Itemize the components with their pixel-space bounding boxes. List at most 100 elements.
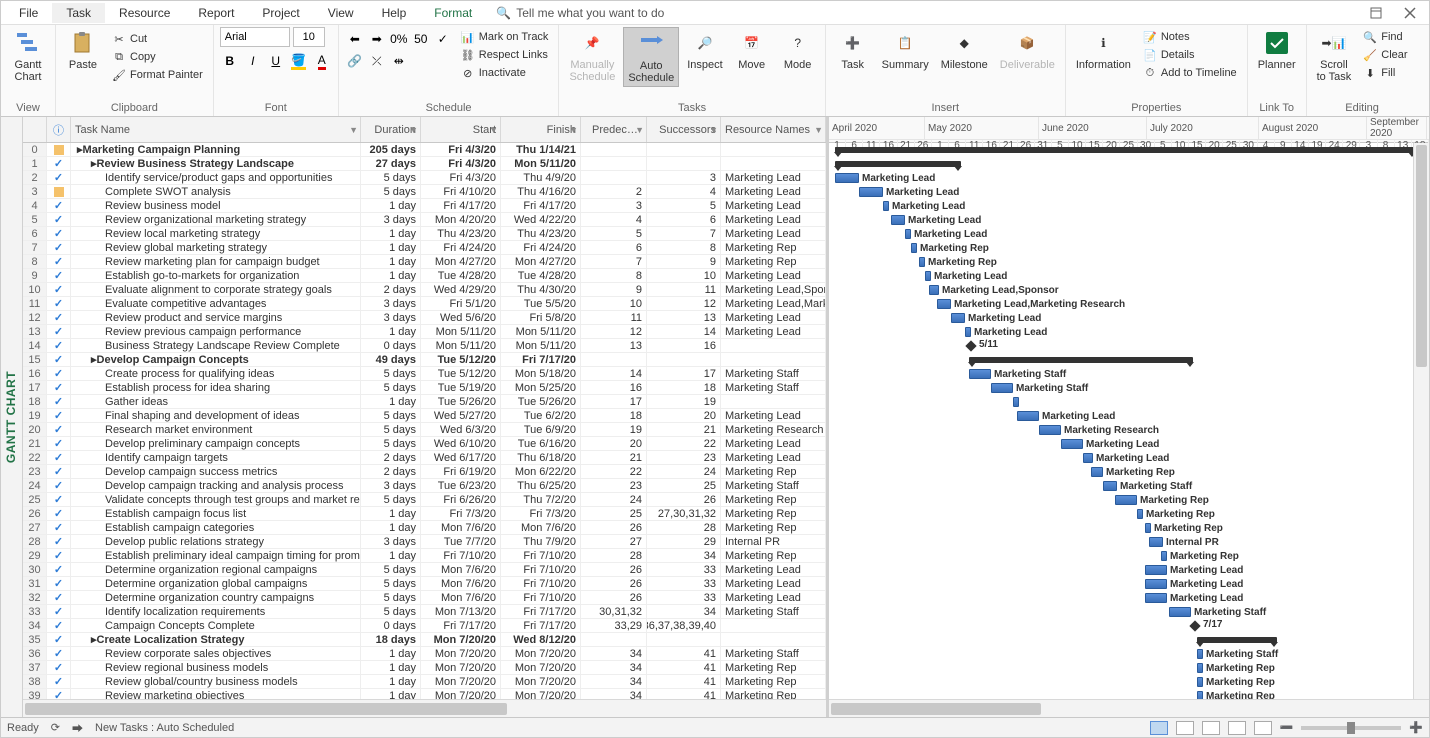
table-row[interactable]: 20✓Research market environment5 daysWed … xyxy=(23,423,826,437)
table-row[interactable]: 24✓Develop campaign tracking and analysi… xyxy=(23,479,826,493)
table-row[interactable]: 3Complete SWOT analysis5 daysFri 4/10/20… xyxy=(23,185,826,199)
task-bar[interactable]: Marketing Staff xyxy=(991,383,1013,393)
milestone-insert-button[interactable]: ◆Milestone xyxy=(937,27,992,73)
task-bar[interactable]: Marketing Staff xyxy=(1169,607,1191,617)
ribbon-collapse-icon[interactable] xyxy=(1361,3,1391,23)
task-bar[interactable]: Marketing Lead xyxy=(905,229,911,239)
task-bar[interactable]: Marketing Lead xyxy=(925,271,931,281)
table-row[interactable]: 32✓Determine organization country campai… xyxy=(23,591,826,605)
table-row[interactable]: 19✓Final shaping and development of idea… xyxy=(23,409,826,423)
table-row[interactable]: 30✓Determine organization regional campa… xyxy=(23,563,826,577)
task-bar[interactable]: Marketing Research xyxy=(1039,425,1061,435)
table-row[interactable]: 29✓Establish preliminary ideal campaign … xyxy=(23,549,826,563)
task-bar[interactable]: Marketing Staff xyxy=(1197,649,1203,659)
table-row[interactable]: 0▸Marketing Campaign Planning205 daysFri… xyxy=(23,143,826,157)
col-resources[interactable]: Resource Names▼ xyxy=(721,117,826,142)
task-bar[interactable]: Marketing Rep xyxy=(1197,677,1203,687)
task-bar[interactable]: Marketing Rep xyxy=(1161,551,1167,561)
zoom-in-icon[interactable]: ➕ xyxy=(1409,721,1423,734)
unlink-button[interactable]: ⤫ xyxy=(367,51,387,71)
inactivate-button[interactable]: ⊘Inactivate xyxy=(457,65,553,81)
timeline-hscroll[interactable] xyxy=(829,699,1429,717)
close-icon[interactable] xyxy=(1395,3,1425,23)
table-row[interactable]: 25✓Validate concepts through test groups… xyxy=(23,493,826,507)
tell-me[interactable]: 🔍 Tell me what you want to do xyxy=(496,6,664,20)
table-row[interactable]: 37✓Review regional business models1 dayM… xyxy=(23,661,826,675)
task-bar[interactable]: Marketing Rep xyxy=(919,257,925,267)
view-task-button[interactable] xyxy=(1176,721,1194,735)
notes-button[interactable]: 📝Notes xyxy=(1139,29,1241,45)
menu-report[interactable]: Report xyxy=(184,3,248,23)
task-bar[interactable]: Marketing Lead xyxy=(1061,439,1083,449)
task-bar[interactable]: Marketing Lead xyxy=(1145,565,1167,575)
col-taskname[interactable]: Task Name▼ xyxy=(71,117,361,142)
table-row[interactable]: 11✓Evaluate competitive advantages3 days… xyxy=(23,297,826,311)
task-bar[interactable]: Marketing Lead xyxy=(1145,579,1167,589)
task-bar[interactable]: Marketing Staff xyxy=(1103,481,1117,491)
task-bar[interactable]: Marketing Lead xyxy=(883,201,889,211)
table-row[interactable]: 6✓Review local marketing strategy1 dayTh… xyxy=(23,227,826,241)
pct0-button[interactable]: 0% xyxy=(389,29,409,49)
col-predecessors[interactable]: Predecessors▼ xyxy=(581,117,647,142)
task-bar[interactable]: Marketing Lead xyxy=(965,327,971,337)
view-gantt-button[interactable] xyxy=(1150,721,1168,735)
menu-project[interactable]: Project xyxy=(248,3,313,23)
table-row[interactable]: 33✓Identify localization requirements5 d… xyxy=(23,605,826,619)
task-bar[interactable]: Marketing Lead xyxy=(891,215,905,225)
table-row[interactable]: 14✓Business Strategy Landscape Review Co… xyxy=(23,339,826,353)
font-color-button[interactable]: A xyxy=(312,51,332,71)
table-row[interactable]: 15✓▸Develop Campaign Concepts49 daysTue … xyxy=(23,353,826,367)
summary-bar[interactable] xyxy=(835,147,1415,153)
task-bar[interactable]: Marketing Lead xyxy=(859,187,883,197)
col-rownum[interactable] xyxy=(23,117,47,142)
table-row[interactable]: 23✓Develop campaign success metrics2 day… xyxy=(23,465,826,479)
table-row[interactable]: 18✓Gather ideas1 dayTue 5/26/20Tue 5/26/… xyxy=(23,395,826,409)
menu-task[interactable]: Task xyxy=(52,3,105,23)
view-team-button[interactable] xyxy=(1202,721,1220,735)
table-row[interactable]: 39✓Review marketing objectives1 dayMon 7… xyxy=(23,689,826,699)
details-button[interactable]: 📄Details xyxy=(1139,47,1241,63)
bold-button[interactable]: B xyxy=(220,51,240,71)
pct100-button[interactable]: ✓ xyxy=(433,29,453,49)
table-row[interactable]: 9✓Establish go-to-markets for organizati… xyxy=(23,269,826,283)
task-bar[interactable]: Marketing Lead xyxy=(951,313,965,323)
table-row[interactable]: 1✓▸Review Business Strategy Landscape27 … xyxy=(23,157,826,171)
task-bar[interactable]: Marketing Rep xyxy=(1137,509,1143,519)
italic-button[interactable]: I xyxy=(243,51,263,71)
table-row[interactable]: 38✓Review global/country business models… xyxy=(23,675,826,689)
underline-button[interactable]: U xyxy=(266,51,286,71)
indent-button[interactable]: ➡ xyxy=(367,29,387,49)
paste-button[interactable]: Paste xyxy=(62,27,104,73)
format-painter-button[interactable]: 🖌Format Painter xyxy=(108,67,207,83)
task-bar[interactable]: Marketing Staff xyxy=(969,369,991,379)
mark-on-track-button[interactable]: 📊Mark on Track xyxy=(457,29,553,45)
menu-file[interactable]: File xyxy=(5,3,52,23)
milestone-marker[interactable] xyxy=(965,340,976,351)
table-row[interactable]: 22✓Identify campaign targets2 daysWed 6/… xyxy=(23,451,826,465)
task-bar[interactable]: Internal PR xyxy=(1149,537,1163,547)
table-row[interactable]: 28✓Develop public relations strategy3 da… xyxy=(23,535,826,549)
table-row[interactable]: 31✓Determine organization global campaig… xyxy=(23,577,826,591)
task-bar[interactable]: Marketing Rep xyxy=(1197,663,1203,673)
summary-bar[interactable] xyxy=(1197,637,1277,643)
gantt-chart-button[interactable]: Gantt Chart xyxy=(7,27,49,85)
clear-button[interactable]: 🧹Clear xyxy=(1359,47,1411,63)
task-bar[interactable]: Marketing Lead xyxy=(1083,453,1093,463)
summary-insert-button[interactable]: 📋Summary xyxy=(878,27,933,73)
planner-button[interactable]: Planner xyxy=(1254,27,1300,73)
table-row[interactable]: 8✓Review marketing plan for campaign bud… xyxy=(23,255,826,269)
deliverable-insert-button[interactable]: 📦Deliverable xyxy=(996,27,1059,73)
table-row[interactable]: 10✓Evaluate alignment to corporate strat… xyxy=(23,283,826,297)
task-bar[interactable]: Marketing Rep xyxy=(1091,467,1103,477)
table-row[interactable]: 16✓Create process for qualifying ideas5 … xyxy=(23,367,826,381)
table-row[interactable]: 5✓Review organizational marketing strate… xyxy=(23,213,826,227)
view-report-button[interactable] xyxy=(1254,721,1272,735)
scroll-to-task-button[interactable]: ➡📊Scroll to Task xyxy=(1313,27,1356,85)
cut-button[interactable]: ✂Cut xyxy=(108,31,207,47)
menu-format[interactable]: Format xyxy=(420,3,486,23)
outdent-button[interactable]: ⬅ xyxy=(345,29,365,49)
task-bar[interactable]: Marketing Rep xyxy=(911,243,917,253)
move-button[interactable]: 📅 Move xyxy=(731,27,773,73)
fill-color-button[interactable]: 🪣 xyxy=(289,51,309,71)
table-row[interactable]: 26✓Establish campaign focus list1 dayFri… xyxy=(23,507,826,521)
